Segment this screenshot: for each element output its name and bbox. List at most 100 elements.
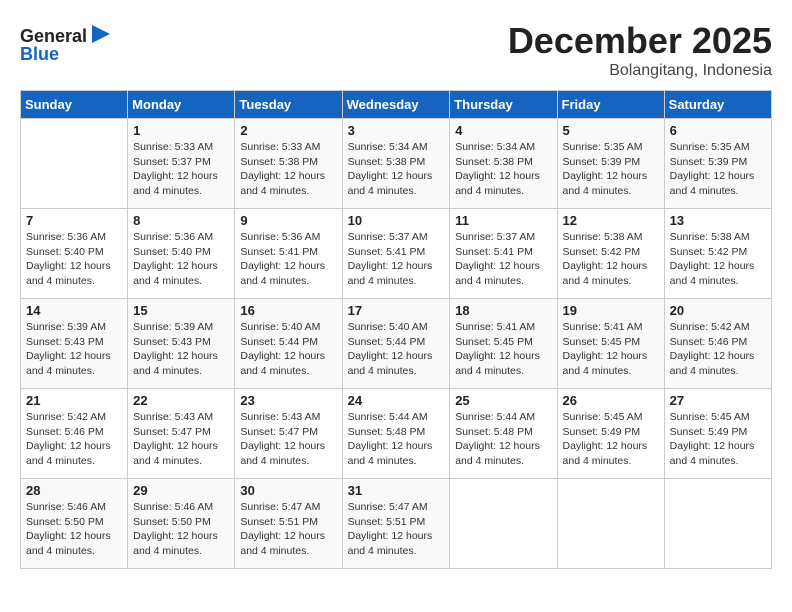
day-number: 20 — [670, 303, 766, 318]
day-info: Sunrise: 5:41 AM Sunset: 5:45 PM Dayligh… — [563, 320, 659, 379]
day-info: Sunrise: 5:38 AM Sunset: 5:42 PM Dayligh… — [563, 230, 659, 289]
weekday-header-sunday: Sunday — [21, 91, 128, 119]
day-info: Sunrise: 5:42 AM Sunset: 5:46 PM Dayligh… — [670, 320, 766, 379]
calendar-cell: 10Sunrise: 5:37 AM Sunset: 5:41 PM Dayli… — [342, 209, 450, 299]
day-info: Sunrise: 5:44 AM Sunset: 5:48 PM Dayligh… — [348, 410, 445, 469]
day-number: 21 — [26, 393, 122, 408]
calendar-cell: 3Sunrise: 5:34 AM Sunset: 5:38 PM Daylig… — [342, 119, 450, 209]
day-info: Sunrise: 5:35 AM Sunset: 5:39 PM Dayligh… — [670, 140, 766, 199]
day-number: 9 — [240, 213, 336, 228]
calendar-cell: 2 Sunrise: 5:33 AM Sunset: 5:38 PM Daylig… — [235, 119, 342, 209]
day-number: 19 — [563, 303, 659, 318]
calendar-table: SundayMondayTuesdayWednesdayThursdayFrid… — [20, 90, 772, 569]
weekday-header-monday: Monday — [128, 91, 235, 119]
calendar-cell: 19 Sunrise: 5:41 AM Sunset: 5:45 PM Dayli… — [557, 299, 664, 389]
logo-icon: General Blue — [20, 20, 110, 65]
calendar-cell: 13 Sunrise: 5:38 AM Sunset: 5:42 PM Dayli… — [664, 209, 771, 299]
day-info: Sunrise: 5:37 AM Sunset: 5:41 PM Dayligh… — [455, 230, 551, 289]
day-info: Sunrise: 5:43 AM Sunset: 5:47 PM Dayligh… — [240, 410, 336, 469]
day-number: 4 — [455, 123, 551, 138]
day-number: 31 — [348, 483, 445, 498]
day-number: 29 — [133, 483, 229, 498]
day-info: Sunrise: 5:45 AM Sunset: 5:49 PM Dayligh… — [670, 410, 766, 469]
calendar-cell: 16 Sunrise: 5:40 AM Sunset: 5:44 PM Dayli… — [235, 299, 342, 389]
calendar-cell: 5Sunrise: 5:35 AM Sunset: 5:39 PM Daylig… — [557, 119, 664, 209]
calendar-cell: 27 Sunrise: 5:45 AM Sunset: 5:49 PM Dayli… — [664, 389, 771, 479]
day-info: Sunrise: 5:44 AM Sunset: 5:48 PM Dayligh… — [455, 410, 551, 469]
calendar-cell: 22 Sunrise: 5:43 AM Sunset: 5:47 PM Dayli… — [128, 389, 235, 479]
day-number: 14 — [26, 303, 122, 318]
calendar-cell: 29 Sunrise: 5:46 AM Sunset: 5:50 PM Dayli… — [128, 479, 235, 569]
day-info: Sunrise: 5:36 AM Sunset: 5:40 PM Dayligh… — [26, 230, 122, 289]
day-number: 10 — [348, 213, 445, 228]
day-info: Sunrise: 5:35 AM Sunset: 5:39 PM Dayligh… — [563, 140, 659, 199]
day-number: 7 — [26, 213, 122, 228]
calendar-cell: 8 Sunrise: 5:36 AM Sunset: 5:40 PM Daylig… — [128, 209, 235, 299]
day-number: 25 — [455, 393, 551, 408]
calendar-cell: 23 Sunrise: 5:43 AM Sunset: 5:47 PM Dayli… — [235, 389, 342, 479]
location: Bolangitang, Indonesia — [508, 62, 772, 80]
calendar-cell — [664, 479, 771, 569]
day-info: Sunrise: 5:39 AM Sunset: 5:43 PM Dayligh… — [133, 320, 229, 379]
calendar-cell: 18Sunrise: 5:41 AM Sunset: 5:45 PM Dayli… — [450, 299, 557, 389]
calendar-cell: 20 Sunrise: 5:42 AM Sunset: 5:46 PM Dayli… — [664, 299, 771, 389]
calendar-cell: 11 Sunrise: 5:37 AM Sunset: 5:41 PM Dayli… — [450, 209, 557, 299]
calendar-week-row: 7 Sunrise: 5:36 AM Sunset: 5:40 PM Daylig… — [21, 209, 772, 299]
day-number: 11 — [455, 213, 551, 228]
calendar-cell: 25 Sunrise: 5:44 AM Sunset: 5:48 PM Dayli… — [450, 389, 557, 479]
calendar-cell: 21Sunrise: 5:42 AM Sunset: 5:46 PM Dayli… — [21, 389, 128, 479]
svg-text:Blue: Blue — [20, 44, 59, 64]
calendar-cell: 9 Sunrise: 5:36 AM Sunset: 5:41 PM Daylig… — [235, 209, 342, 299]
calendar-cell: 31 Sunrise: 5:47 AM Sunset: 5:51 PM Dayli… — [342, 479, 450, 569]
month-title: December 2025 — [508, 20, 772, 62]
day-info: Sunrise: 5:40 AM Sunset: 5:44 PM Dayligh… — [240, 320, 336, 379]
day-number: 27 — [670, 393, 766, 408]
day-number: 28 — [26, 483, 122, 498]
day-number: 8 — [133, 213, 229, 228]
weekday-header-wednesday: Wednesday — [342, 91, 450, 119]
weekday-header-saturday: Saturday — [664, 91, 771, 119]
calendar-cell: 6 Sunrise: 5:35 AM Sunset: 5:39 PM Daylig… — [664, 119, 771, 209]
day-number: 30 — [240, 483, 336, 498]
day-info: Sunrise: 5:47 AM Sunset: 5:51 PM Dayligh… — [240, 500, 336, 559]
day-info: Sunrise: 5:33 AM Sunset: 5:38 PM Dayligh… — [240, 140, 336, 199]
day-info: Sunrise: 5:43 AM Sunset: 5:47 PM Dayligh… — [133, 410, 229, 469]
day-info: Sunrise: 5:38 AM Sunset: 5:42 PM Dayligh… — [670, 230, 766, 289]
calendar-cell: 28Sunrise: 5:46 AM Sunset: 5:50 PM Dayli… — [21, 479, 128, 569]
calendar-cell — [21, 119, 128, 209]
weekday-header-friday: Friday — [557, 91, 664, 119]
day-number: 22 — [133, 393, 229, 408]
day-number: 23 — [240, 393, 336, 408]
day-number: 24 — [348, 393, 445, 408]
day-number: 15 — [133, 303, 229, 318]
day-info: Sunrise: 5:36 AM Sunset: 5:41 PM Dayligh… — [240, 230, 336, 289]
day-number: 6 — [670, 123, 766, 138]
calendar-week-row: 1Sunrise: 5:33 AM Sunset: 5:37 PM Daylig… — [21, 119, 772, 209]
day-number: 16 — [240, 303, 336, 318]
page-header: General Blue December 2025 Bolangitang, … — [20, 20, 772, 80]
day-info: Sunrise: 5:40 AM Sunset: 5:44 PM Dayligh… — [348, 320, 445, 379]
calendar-week-row: 14 Sunrise: 5:39 AM Sunset: 5:43 PM Dayli… — [21, 299, 772, 389]
title-block: December 2025 Bolangitang, Indonesia — [508, 20, 772, 80]
day-number: 2 — [240, 123, 336, 138]
day-number: 18 — [455, 303, 551, 318]
calendar-cell — [450, 479, 557, 569]
calendar-cell — [557, 479, 664, 569]
calendar-cell: 24 Sunrise: 5:44 AM Sunset: 5:48 PM Dayli… — [342, 389, 450, 479]
logo: General Blue — [20, 20, 110, 65]
calendar-week-row: 21Sunrise: 5:42 AM Sunset: 5:46 PM Dayli… — [21, 389, 772, 479]
svg-text:General: General — [20, 26, 87, 46]
day-info: Sunrise: 5:34 AM Sunset: 5:38 PM Dayligh… — [348, 140, 445, 199]
day-info: Sunrise: 5:46 AM Sunset: 5:50 PM Dayligh… — [133, 500, 229, 559]
day-number: 13 — [670, 213, 766, 228]
day-info: Sunrise: 5:36 AM Sunset: 5:40 PM Dayligh… — [133, 230, 229, 289]
calendar-cell: 17Sunrise: 5:40 AM Sunset: 5:44 PM Dayli… — [342, 299, 450, 389]
day-info: Sunrise: 5:39 AM Sunset: 5:43 PM Dayligh… — [26, 320, 122, 379]
weekday-header-thursday: Thursday — [450, 91, 557, 119]
day-info: Sunrise: 5:47 AM Sunset: 5:51 PM Dayligh… — [348, 500, 445, 559]
day-number: 12 — [563, 213, 659, 228]
weekday-header-tuesday: Tuesday — [235, 91, 342, 119]
weekday-header-row: SundayMondayTuesdayWednesdayThursdayFrid… — [21, 91, 772, 119]
calendar-cell: 26Sunrise: 5:45 AM Sunset: 5:49 PM Dayli… — [557, 389, 664, 479]
day-info: Sunrise: 5:45 AM Sunset: 5:49 PM Dayligh… — [563, 410, 659, 469]
